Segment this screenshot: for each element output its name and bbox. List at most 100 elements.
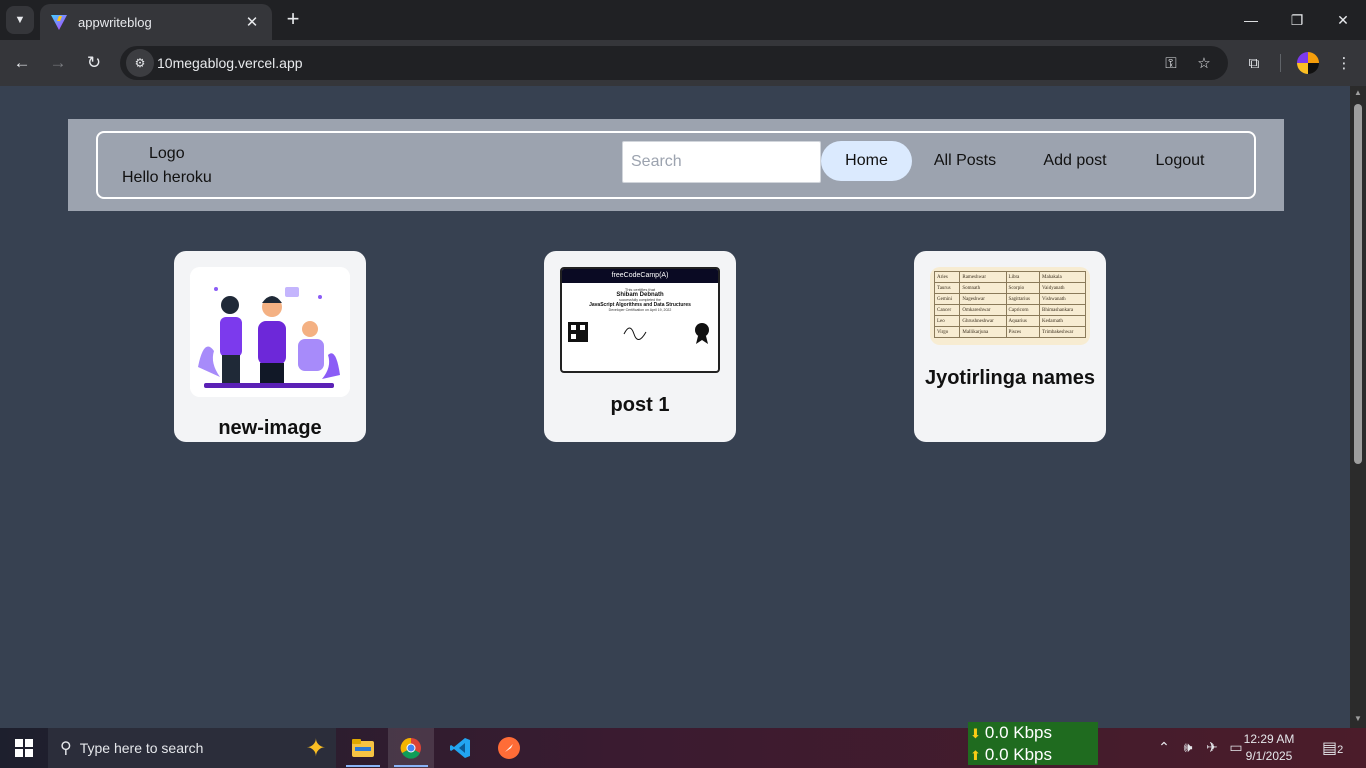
- toolbar-divider: [1280, 54, 1281, 72]
- back-button[interactable]: ←: [8, 49, 36, 77]
- postman-app[interactable]: [486, 728, 532, 768]
- reload-button[interactable]: ↻: [80, 49, 108, 77]
- restore-button[interactable]: ❐: [1274, 0, 1320, 40]
- zodiac-table-row: Taurus Somnath Scorpio Vaidyanath: [933, 282, 1086, 294]
- zodiac-table-cell: Rameshwar: [959, 271, 1007, 283]
- start-button[interactable]: [0, 728, 48, 768]
- chevron-up-icon[interactable]: ⌃: [1154, 739, 1174, 756]
- close-window-button[interactable]: ✕: [1320, 0, 1366, 40]
- arrow-left-icon: ←: [13, 53, 31, 72]
- search-input[interactable]: [622, 141, 821, 183]
- post-card-post-1[interactable]: freeCodeCamp(A) This certifies that Shib…: [544, 251, 736, 442]
- scroll-up-icon[interactable]: ▲: [1353, 88, 1363, 97]
- volume-icon[interactable]: 🕪: [1178, 739, 1198, 756]
- new-tab-button[interactable]: +: [282, 7, 304, 33]
- taskbar-clock[interactable]: 12:29 AM 9/1/2025: [1240, 731, 1298, 765]
- url-text[interactable]: 10megablog.vercel.app: [157, 55, 303, 71]
- zodiac-table-row: Gemini Nageshwar Sagittarius Vishwanath: [933, 293, 1086, 305]
- logo[interactable]: Logo: [149, 145, 185, 163]
- nav-add-post[interactable]: Add post: [1028, 141, 1122, 181]
- certificate-footer: [568, 322, 709, 344]
- post-image: [190, 267, 350, 397]
- star-icon[interactable]: ☆: [1193, 52, 1215, 74]
- post-image: freeCodeCamp(A) This certifies that Shib…: [560, 267, 720, 373]
- menu-icon[interactable]: ⋮: [1332, 51, 1356, 75]
- browser-tab[interactable]: appwriteblog ✕: [40, 4, 272, 40]
- zodiac-table-cell: Trimbakeshwar: [1039, 326, 1086, 338]
- zodiac-table-cell: Somnath: [959, 282, 1007, 294]
- tab-search-button[interactable]: ▼: [6, 6, 34, 34]
- browser-titlebar: ▼ appwriteblog ✕ + — ❐ ✕: [0, 0, 1366, 40]
- post-title[interactable]: new-image: [182, 414, 358, 442]
- zodiac-table-cell: Ghrushneshwar: [959, 315, 1007, 327]
- zodiac-table-cell: Gemini: [933, 293, 961, 305]
- zodiac-table-cell: Kedarnath: [1039, 315, 1086, 327]
- airplane-icon[interactable]: ✈: [1202, 739, 1222, 756]
- upload-arrow-icon: ⬆: [970, 748, 981, 763]
- scroll-down-icon[interactable]: ▼: [1353, 714, 1363, 723]
- reload-icon: ↻: [86, 53, 102, 72]
- zodiac-table-cell: Omkareshwar: [959, 304, 1007, 316]
- zodiac-table-cell: Libra: [1005, 271, 1041, 283]
- zodiac-table-cell: Cancer: [933, 304, 961, 316]
- nav-home[interactable]: Home: [821, 141, 912, 181]
- notification-icon: ▤: [1322, 740, 1338, 757]
- folder-icon: [352, 739, 374, 757]
- sparkle-icon: ✦: [305, 735, 326, 762]
- minimize-button[interactable]: —: [1228, 0, 1274, 40]
- zodiac-table-cell: Vaidyanath: [1039, 282, 1086, 294]
- network-speed-widget: ⬇ 0.0 Kbps ⬆ 0.0 Kbps: [968, 722, 1098, 765]
- site-info-icon[interactable]: ⚙: [126, 49, 154, 77]
- post-title[interactable]: post 1: [552, 391, 728, 419]
- vite-icon: [51, 15, 67, 30]
- post-card-jyotirlinga-names[interactable]: Aries Rameshwar Libra Mahakala Taurus Somnath…: [914, 251, 1106, 442]
- windows-taskbar: ⚲ Type here to search ✦ ⌃ 🕪 ✈ ▭ 12:29 AM…: [0, 728, 1366, 768]
- postman-icon: [498, 737, 520, 759]
- chrome-icon: [400, 737, 421, 759]
- address-bar[interactable]: ⚙ 10megablog.vercel.app ⚿ ☆: [120, 46, 1228, 80]
- nav-all-posts[interactable]: All Posts: [920, 141, 1010, 181]
- chrome-app[interactable]: [388, 728, 434, 768]
- vscode-icon: [450, 738, 470, 758]
- search-icon: ⚲: [60, 740, 72, 757]
- certificate-brand: freeCodeCamp(A): [562, 269, 718, 283]
- download-arrow-icon: ⬇: [970, 726, 981, 741]
- notification-count: 2: [1337, 744, 1344, 756]
- clock-time: 12:29 AM: [1243, 732, 1295, 746]
- zodiac-table-cell: Mallikarjuna: [959, 326, 1007, 338]
- zodiac-table-cell: Vishwanath: [1039, 293, 1086, 305]
- clock-date: 9/1/2025: [1245, 749, 1293, 763]
- zodiac-table-row: Virgo Mallikarjuna Pisces Trimbakeshwar: [933, 326, 1086, 338]
- zodiac-table-cell: Sagittarius: [1005, 293, 1041, 305]
- close-tab-icon[interactable]: ✕: [242, 13, 262, 31]
- file-explorer-app[interactable]: [340, 728, 386, 768]
- forward-button[interactable]: →: [44, 49, 72, 77]
- taskbar-search[interactable]: ⚲ Type here to search ✦: [48, 728, 336, 768]
- zodiac-table-row: Aries Rameshwar Libra Mahakala: [933, 271, 1086, 283]
- extensions-icon[interactable]: ⧉: [1242, 51, 1266, 75]
- site-header: Logo Hello heroku Home All Posts Add pos…: [68, 119, 1284, 211]
- zodiac-table-cell: Bhimashankara: [1039, 304, 1086, 316]
- taskbar-search-placeholder: Type here to search: [79, 740, 204, 756]
- zodiac-table-cell: Pisces: [1005, 326, 1041, 338]
- profile-avatar[interactable]: [1297, 52, 1319, 74]
- zodiac-table-cell: Leo: [933, 315, 961, 327]
- net-down-speed: 0.0 Kbps: [984, 723, 1053, 742]
- page-scrollbar[interactable]: ▲ ▼: [1350, 86, 1366, 728]
- post-card-new-image[interactable]: new-image: [174, 251, 366, 442]
- nav-logout[interactable]: Logout: [1138, 141, 1222, 181]
- zodiac-table-cell: Virgo: [933, 326, 961, 338]
- zodiac-table-cell: Mahakala: [1039, 271, 1086, 283]
- notifications-button[interactable]: ▤2: [1322, 738, 1350, 760]
- zodiac-table-cell: Nageshwar: [959, 293, 1007, 305]
- key-icon[interactable]: ⚿: [1160, 52, 1182, 74]
- greeting-text: Hello heroku: [122, 169, 212, 186]
- chevron-down-icon: ▼: [14, 14, 26, 26]
- post-title[interactable]: Jyotirlinga names: [922, 364, 1098, 392]
- zodiac-table-cell: Taurus: [933, 282, 961, 294]
- zodiac-table-cell: Aries: [933, 271, 961, 283]
- vscode-app[interactable]: [437, 728, 483, 768]
- zodiac-table-cell: Aquarius: [1005, 315, 1041, 327]
- post-image: Aries Rameshwar Libra Mahakala Taurus Somnath…: [930, 267, 1090, 345]
- scrollbar-thumb[interactable]: [1354, 104, 1362, 464]
